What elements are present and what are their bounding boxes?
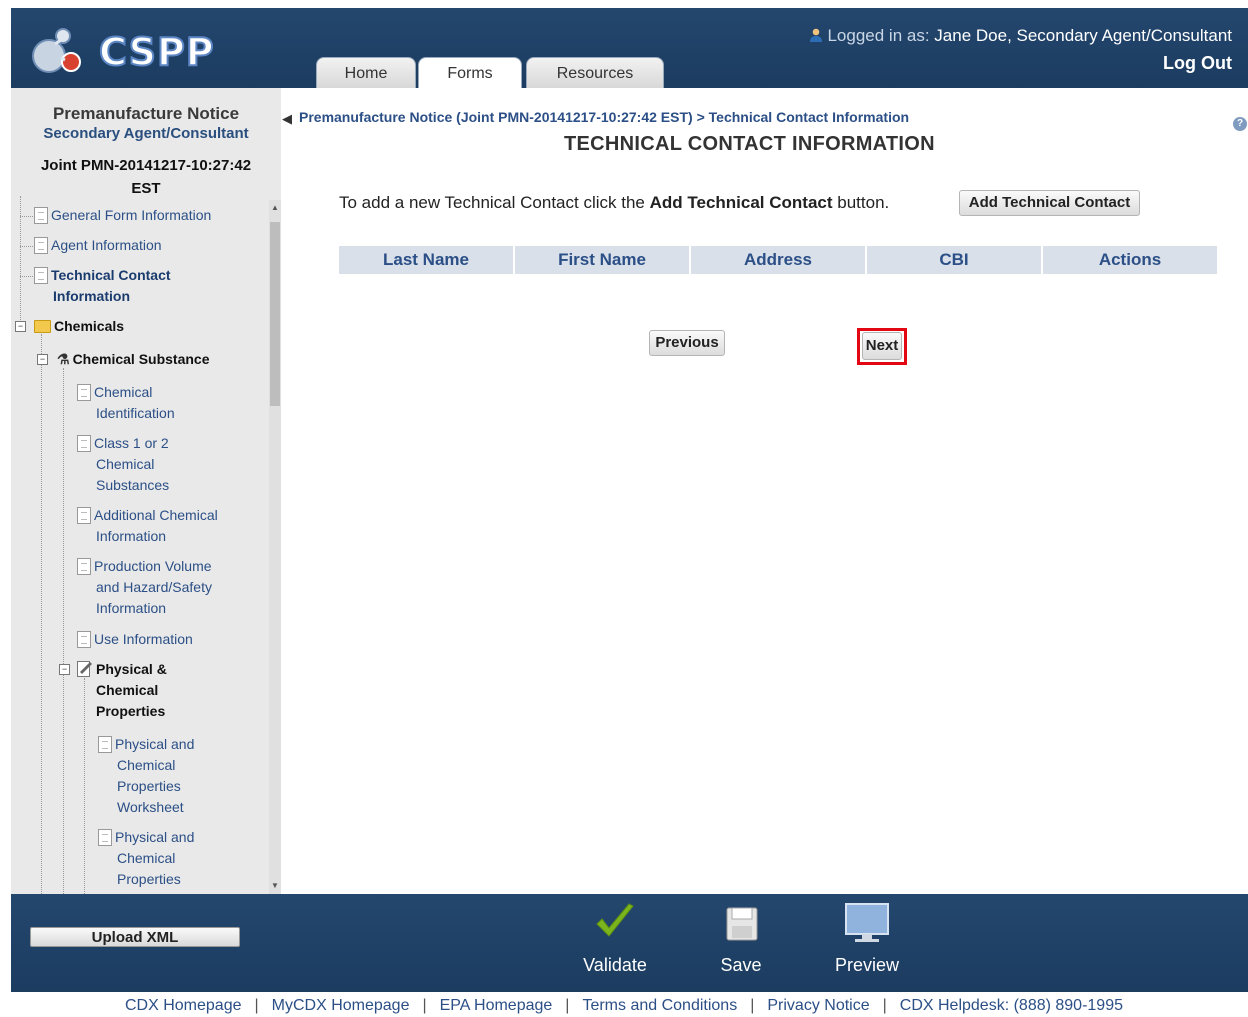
contacts-table-header: Last Name First Name Address CBI Actions [339,246,1217,274]
column-actions: Actions [1043,246,1217,274]
validate-button[interactable]: Validate [582,900,648,976]
footer-link-cdx-homepage[interactable]: CDX Homepage [125,997,242,1014]
document-icon [34,207,48,224]
document-icon [98,829,112,846]
sidebar-item-production-volume[interactable]: Production Volume and Hazard/Safety Info… [77,556,212,619]
sidebar-item-pcp[interactable]: Physical and Chemical Properties [98,827,194,890]
footer-separator: | [565,997,570,1014]
tab-home[interactable]: Home [316,57,416,88]
breadcrumb[interactable]: Premanufacture Notice (Joint PMN-2014121… [299,109,909,125]
folder-icon [34,320,51,333]
tree-guide [41,334,42,894]
navigation-sidebar: Premanufacture Notice Secondary Agent/Co… [11,88,281,894]
document-icon [98,736,112,753]
logged-in-status: Logged in as: Jane Doe, Secondary Agent/… [809,26,1232,46]
sidebar-item-class-1-or-2[interactable]: Class 1 or 2 Chemical Substances [77,433,169,496]
save-button[interactable]: Save [713,900,769,976]
sidebar-item-technical-contact[interactable]: Technical Contact Information [34,265,171,307]
instruction-text: To add a new Technical Contact click the… [339,193,890,212]
document-icon [77,507,91,524]
tab-resources[interactable]: Resources [526,57,664,88]
help-icon[interactable]: ? [1233,117,1247,131]
logout-link[interactable]: Log Out [1163,53,1232,74]
tab-forms[interactable]: Forms [418,57,522,88]
column-cbi[interactable]: CBI [867,246,1041,274]
sidebar-scrollbar[interactable]: ▲ ▼ [269,200,281,894]
document-icon [77,558,91,575]
footer-link-privacy[interactable]: Privacy Notice [767,997,869,1014]
footer-link-epa-homepage[interactable]: EPA Homepage [440,997,553,1014]
sidebar-title: Premanufacture Notice [52,104,240,123]
column-address[interactable]: Address [691,246,865,274]
edit-form-icon [77,660,93,677]
sidebar-item-general-form[interactable]: General Form Information [34,205,211,226]
previous-button[interactable]: Previous [649,330,725,356]
column-last-name[interactable]: Last Name [339,246,513,274]
save-label: Save [720,955,762,975]
submission-id: Joint PMN-20141217-10:27:42 EST [40,157,252,197]
user-name: Jane Doe, Secondary Agent/Consultant [934,26,1232,45]
footer-separator: | [254,997,259,1014]
collapse-sidebar-icon[interactable]: ◀ [282,111,292,127]
scroll-down-arrow-icon[interactable]: ▼ [269,878,281,894]
sidebar-item-use-information[interactable]: Use Information [77,629,193,650]
footer-link-mycdx-homepage[interactable]: MyCDX Homepage [272,997,410,1014]
molecule-logo-icon [32,28,81,73]
sidebar-role: Secondary Agent/Consultant [43,125,249,142]
preview-button[interactable]: Preview [831,900,903,976]
tree-guide [20,276,33,277]
footer-separator: | [882,997,887,1014]
cspp-logo[interactable]: CSPP [25,22,215,78]
document-icon [77,631,91,648]
document-icon [34,267,48,284]
collapse-physical-chemical-icon[interactable]: − [59,664,70,675]
floppy-disk-icon [726,907,758,941]
document-icon [77,435,91,452]
sidebar-item-agent-info[interactable]: Agent Information [34,235,162,256]
preview-label: Preview [834,955,900,975]
logged-in-label: Logged in as: [827,26,930,45]
sidebar-item-physical-chemical-properties[interactable]: Physical & Chemical Properties [77,659,167,722]
footer-separator: | [750,997,755,1014]
collapse-chemical-substance-icon[interactable]: − [37,354,48,365]
footer-separator: | [422,997,427,1014]
validate-label: Validate [583,955,647,975]
footer-link-helpdesk[interactable]: CDX Helpdesk: (888) 890-1995 [900,997,1123,1014]
tree-guide [63,368,64,894]
tree-guide [20,246,33,247]
footer-link-terms[interactable]: Terms and Conditions [582,997,737,1014]
flask-icon: ⚗ [57,351,70,367]
sidebar-item-chemical-substance[interactable]: ⚗ Chemical Substance [57,349,210,370]
sidebar-item-additional-chemical-info[interactable]: Additional Chemical Information [77,505,218,547]
collapse-chemicals-icon[interactable]: − [15,321,26,332]
scrollbar-thumb[interactable] [270,222,280,406]
scroll-up-arrow-icon[interactable]: ▲ [269,200,281,216]
document-icon [77,384,91,401]
column-first-name[interactable]: First Name [515,246,689,274]
sidebar-item-chemicals[interactable]: Chemicals [34,316,124,337]
bottom-action-bar: Upload XML Validate Save Preview [11,894,1248,992]
monitor-icon [845,903,889,942]
checkmark-icon [596,903,634,937]
sidebar-item-pcp-worksheet[interactable]: Physical and Chemical Properties Workshe… [98,734,194,818]
user-icon [809,27,823,42]
add-technical-contact-button[interactable]: Add Technical Contact [959,190,1140,216]
next-button-highlight [857,328,907,365]
upload-xml-button[interactable]: Upload XML [30,927,240,947]
document-icon [34,237,48,254]
sidebar-header: Premanufacture Notice Secondary Agent/Co… [11,88,281,200]
footer-links: CDX Homepage | MyCDX Homepage | EPA Homepage… [0,997,1248,1015]
app-header: CSPP Logged in as: Jane Doe, Secondary A… [11,8,1248,88]
logo-text: CSPP [98,29,215,75]
tree-guide [20,216,33,217]
page-title: TECHNICAL CONTACT INFORMATION [564,133,935,155]
sidebar-item-chemical-identification[interactable]: Chemical Identification [77,382,175,424]
